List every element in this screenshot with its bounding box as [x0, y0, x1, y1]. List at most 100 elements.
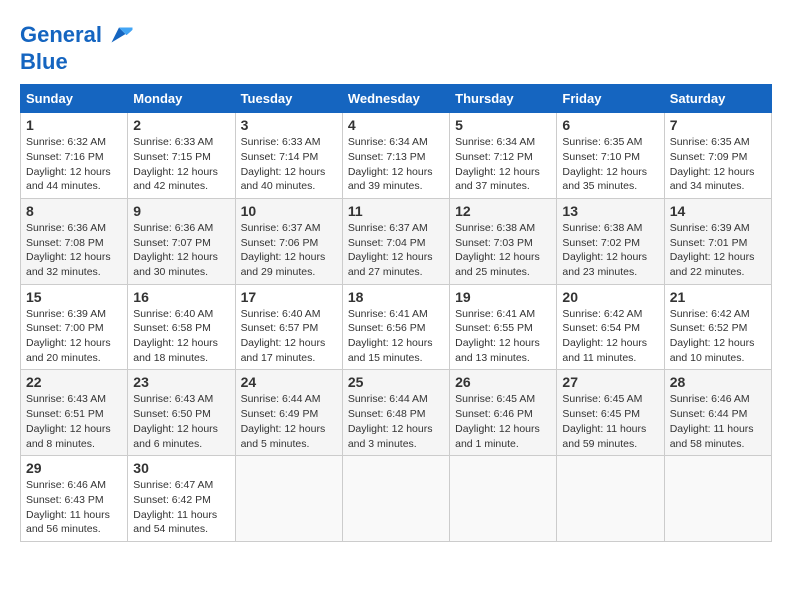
day-cell: 18Sunrise: 6:41 AMSunset: 6:56 PMDayligh…	[342, 284, 449, 370]
day-info: Sunrise: 6:42 AMSunset: 6:54 PMDaylight:…	[562, 308, 647, 364]
day-cell: 13 Sunrise: 6:38 AMSunset: 7:02 PMDayligh…	[557, 198, 664, 284]
day-info: Sunrise: 6:33 AMSunset: 7:15 PMDaylight:…	[133, 136, 218, 192]
day-info: Sunrise: 6:35 AMSunset: 7:09 PMDaylight:…	[670, 136, 755, 192]
day-info: Sunrise: 6:36 AMSunset: 7:08 PMDaylight:…	[26, 222, 111, 278]
day-cell: 29 Sunrise: 6:46 AMSunset: 6:43 PMDayligh…	[21, 456, 128, 542]
week-row-3: 15 Sunrise: 6:39 AMSunset: 7:00 PMDayligh…	[21, 284, 772, 370]
day-number: 23	[133, 374, 229, 390]
day-info: Sunrise: 6:39 AMSunset: 7:00 PMDaylight:…	[26, 308, 111, 364]
day-cell	[557, 456, 664, 542]
col-header-monday: Monday	[128, 85, 235, 113]
col-header-sunday: Sunday	[21, 85, 128, 113]
col-header-saturday: Saturday	[664, 85, 771, 113]
day-cell: 27Sunrise: 6:45 AMSunset: 6:45 PMDayligh…	[557, 370, 664, 456]
day-number: 2	[133, 117, 229, 133]
day-number: 29	[26, 460, 122, 476]
day-info: Sunrise: 6:34 AMSunset: 7:12 PMDaylight:…	[455, 136, 540, 192]
day-number: 16	[133, 289, 229, 305]
page-header: General Blue	[20, 20, 772, 74]
day-number: 11	[348, 203, 444, 219]
day-cell: 11 Sunrise: 6:37 AMSunset: 7:04 PMDayligh…	[342, 198, 449, 284]
day-cell: 9Sunrise: 6:36 AMSunset: 7:07 PMDaylight…	[128, 198, 235, 284]
day-number: 18	[348, 289, 444, 305]
day-number: 14	[670, 203, 766, 219]
day-info: Sunrise: 6:40 AMSunset: 6:57 PMDaylight:…	[241, 308, 326, 364]
logo: General Blue	[20, 20, 134, 74]
day-cell	[235, 456, 342, 542]
day-number: 21	[670, 289, 766, 305]
day-cell: 23Sunrise: 6:43 AMSunset: 6:50 PMDayligh…	[128, 370, 235, 456]
day-info: Sunrise: 6:40 AMSunset: 6:58 PMDaylight:…	[133, 308, 218, 364]
day-cell: 19 Sunrise: 6:41 AMSunset: 6:55 PMDayligh…	[450, 284, 557, 370]
day-number: 30	[133, 460, 229, 476]
week-row-2: 8 Sunrise: 6:36 AMSunset: 7:08 PMDaylight…	[21, 198, 772, 284]
day-cell: 14 Sunrise: 6:39 AMSunset: 7:01 PMDayligh…	[664, 198, 771, 284]
day-info: Sunrise: 6:43 AMSunset: 6:51 PMDaylight:…	[26, 393, 111, 449]
day-info: Sunrise: 6:34 AMSunset: 7:13 PMDaylight:…	[348, 136, 433, 192]
day-number: 3	[241, 117, 337, 133]
day-number: 17	[241, 289, 337, 305]
day-number: 20	[562, 289, 658, 305]
day-cell: 12 Sunrise: 6:38 AMSunset: 7:03 PMDayligh…	[450, 198, 557, 284]
day-cell: 28 Sunrise: 6:46 AMSunset: 6:44 PMDayligh…	[664, 370, 771, 456]
day-info: Sunrise: 6:41 AMSunset: 6:55 PMDaylight:…	[455, 308, 540, 364]
day-info: Sunrise: 6:47 AMSunset: 6:42 PMDaylight:…	[133, 479, 217, 535]
day-number: 19	[455, 289, 551, 305]
day-cell: 10Sunrise: 6:37 AMSunset: 7:06 PMDayligh…	[235, 198, 342, 284]
day-cell: 17 Sunrise: 6:40 AMSunset: 6:57 PMDayligh…	[235, 284, 342, 370]
day-number: 4	[348, 117, 444, 133]
logo-text: General	[20, 23, 102, 47]
day-cell	[342, 456, 449, 542]
day-cell: 4 Sunrise: 6:34 AMSunset: 7:13 PMDaylight…	[342, 113, 449, 199]
day-info: Sunrise: 6:39 AMSunset: 7:01 PMDaylight:…	[670, 222, 755, 278]
day-cell: 22 Sunrise: 6:43 AMSunset: 6:51 PMDayligh…	[21, 370, 128, 456]
day-info: Sunrise: 6:35 AMSunset: 7:10 PMDaylight:…	[562, 136, 647, 192]
day-cell: 20 Sunrise: 6:42 AMSunset: 6:54 PMDayligh…	[557, 284, 664, 370]
day-info: Sunrise: 6:38 AMSunset: 7:03 PMDaylight:…	[455, 222, 540, 278]
day-cell: 26 Sunrise: 6:45 AMSunset: 6:46 PMDayligh…	[450, 370, 557, 456]
day-cell: 15 Sunrise: 6:39 AMSunset: 7:00 PMDayligh…	[21, 284, 128, 370]
day-cell: 3 Sunrise: 6:33 AMSunset: 7:14 PMDaylight…	[235, 113, 342, 199]
col-header-wednesday: Wednesday	[342, 85, 449, 113]
week-row-4: 22 Sunrise: 6:43 AMSunset: 6:51 PMDayligh…	[21, 370, 772, 456]
day-info: Sunrise: 6:37 AMSunset: 7:04 PMDaylight:…	[348, 222, 433, 278]
day-info: Sunrise: 6:45 AMSunset: 6:46 PMDaylight:…	[455, 393, 540, 449]
day-info: Sunrise: 6:32 AMSunset: 7:16 PMDaylight:…	[26, 136, 111, 192]
day-info: Sunrise: 6:46 AMSunset: 6:43 PMDaylight:…	[26, 479, 110, 535]
day-number: 5	[455, 117, 551, 133]
day-info: Sunrise: 6:46 AMSunset: 6:44 PMDaylight:…	[670, 393, 754, 449]
day-number: 25	[348, 374, 444, 390]
day-number: 10	[241, 203, 337, 219]
week-row-5: 29 Sunrise: 6:46 AMSunset: 6:43 PMDayligh…	[21, 456, 772, 542]
day-number: 26	[455, 374, 551, 390]
day-info: Sunrise: 6:44 AMSunset: 6:48 PMDaylight:…	[348, 393, 433, 449]
day-number: 28	[670, 374, 766, 390]
day-info: Sunrise: 6:38 AMSunset: 7:02 PMDaylight:…	[562, 222, 647, 278]
week-row-1: 1 Sunrise: 6:32 AMSunset: 7:16 PMDaylight…	[21, 113, 772, 199]
day-number: 15	[26, 289, 122, 305]
day-number: 27	[562, 374, 658, 390]
day-cell: 5 Sunrise: 6:34 AMSunset: 7:12 PMDaylight…	[450, 113, 557, 199]
day-number: 12	[455, 203, 551, 219]
day-number: 1	[26, 117, 122, 133]
day-cell: 8 Sunrise: 6:36 AMSunset: 7:08 PMDaylight…	[21, 198, 128, 284]
calendar-table: SundayMondayTuesdayWednesdayThursdayFrid…	[20, 84, 772, 542]
col-header-friday: Friday	[557, 85, 664, 113]
header-row: SundayMondayTuesdayWednesdayThursdayFrid…	[21, 85, 772, 113]
day-number: 8	[26, 203, 122, 219]
day-cell: 7 Sunrise: 6:35 AMSunset: 7:09 PMDaylight…	[664, 113, 771, 199]
logo-blue: Blue	[20, 50, 134, 74]
day-number: 7	[670, 117, 766, 133]
day-number: 24	[241, 374, 337, 390]
day-info: Sunrise: 6:44 AMSunset: 6:49 PMDaylight:…	[241, 393, 326, 449]
day-info: Sunrise: 6:36 AMSunset: 7:07 PMDaylight:…	[133, 222, 218, 278]
day-cell: 2 Sunrise: 6:33 AMSunset: 7:15 PMDaylight…	[128, 113, 235, 199]
day-number: 13	[562, 203, 658, 219]
day-cell	[664, 456, 771, 542]
day-info: Sunrise: 6:33 AMSunset: 7:14 PMDaylight:…	[241, 136, 326, 192]
day-number: 22	[26, 374, 122, 390]
day-cell: 21Sunrise: 6:42 AMSunset: 6:52 PMDayligh…	[664, 284, 771, 370]
day-cell: 6Sunrise: 6:35 AMSunset: 7:10 PMDaylight…	[557, 113, 664, 199]
col-header-tuesday: Tuesday	[235, 85, 342, 113]
day-cell: 1 Sunrise: 6:32 AMSunset: 7:16 PMDaylight…	[21, 113, 128, 199]
